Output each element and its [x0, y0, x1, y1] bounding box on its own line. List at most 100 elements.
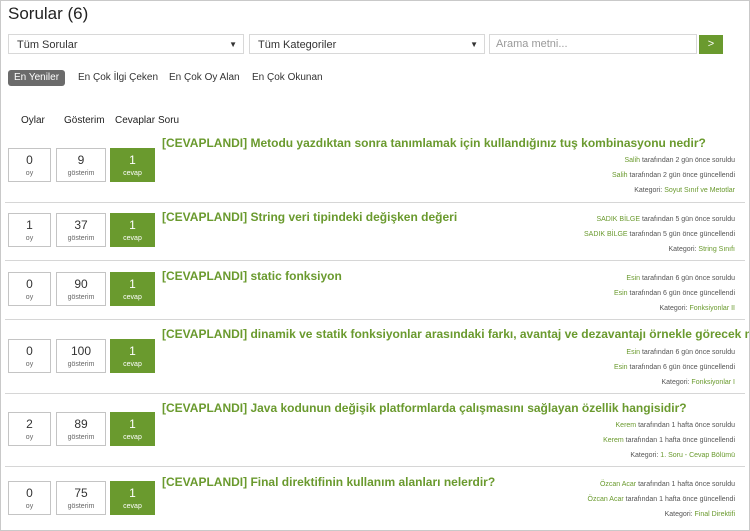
answers-box[interactable]: 1 cevap [110, 272, 155, 306]
questions-panel: Sorular (6) Tüm Sorular ▼ Tüm Kategorile… [0, 0, 750, 531]
row-divider [5, 319, 745, 320]
category-line: Kategori: Final Direktifi [588, 507, 735, 522]
updated-text: tarafından 2 gün önce güncellendi [627, 172, 735, 179]
category-label: Kategori: [668, 246, 699, 253]
votes-count: 0 [26, 344, 33, 358]
tab-most-votes[interactable]: En Çok Oy Alan [169, 70, 240, 86]
views-count: 75 [74, 486, 88, 500]
answers-count: 1 [129, 417, 136, 431]
updated-line: Kerem tarafından 1 hafta önce güncellend… [603, 433, 735, 448]
votes-box: 0 oy [8, 272, 51, 306]
search-go-button[interactable]: > [699, 35, 723, 54]
votes-label: oy [25, 294, 34, 301]
asker-link[interactable]: Esin [626, 349, 640, 356]
answers-label: cevap [123, 235, 142, 242]
category-label: Kategori: [634, 187, 665, 194]
answers-box[interactable]: 1 cevap [110, 481, 155, 515]
updater-link[interactable]: Kerem [603, 437, 624, 444]
category-line: Kategori: Fonksiyonlar II [614, 301, 736, 316]
question-title-link[interactable]: [CEVAPLANDI] dinamik ve statik fonksiyon… [162, 327, 749, 341]
tab-newest[interactable]: En Yeniler [8, 70, 66, 86]
votes-box: 0 oy [8, 339, 51, 373]
dropdown-arrow-icon: ▼ [229, 40, 237, 49]
category-label: Kategori: [630, 452, 661, 459]
asker-link[interactable]: SADIK BİLGE [596, 216, 640, 223]
question-meta: SADIK BİLGE tarafından 5 gün önce soruld… [584, 212, 735, 257]
header-views: Gösterim [64, 115, 105, 126]
answers-box[interactable]: 1 cevap [110, 412, 155, 446]
updated-text: tarafından 6 gün önce güncellendi [627, 290, 735, 297]
updated-text: tarafından 1 hafta önce güncellendi [623, 496, 735, 503]
header-votes: Oylar [21, 115, 45, 126]
header-answers: Cevaplar [115, 115, 156, 126]
category-line: Kategori: String Sınıfı [584, 242, 735, 257]
asker-link[interactable]: Salih [624, 157, 640, 164]
answers-count: 1 [129, 277, 136, 291]
views-box: 9 gösterim [56, 148, 106, 182]
views-count: 100 [70, 344, 92, 358]
asker-link[interactable]: Esin [626, 275, 640, 282]
header-question: Soru [158, 115, 180, 126]
answers-label: cevap [123, 361, 142, 368]
votes-label: oy [25, 170, 34, 177]
row-divider [5, 260, 745, 261]
question-title-link[interactable]: [CEVAPLANDI] Metodu yazdıktan sonra tanı… [162, 136, 706, 150]
category-link[interactable]: Fonksiyonlar II [689, 305, 735, 312]
votes-label: oy [25, 503, 34, 510]
votes-label: oy [25, 434, 34, 441]
views-label: gösterim [67, 361, 95, 368]
views-count: 90 [74, 277, 88, 291]
updated-line: Özcan Acar tarafından 1 hafta önce günce… [588, 492, 736, 507]
views-box: 75 gösterim [56, 481, 106, 515]
updater-link[interactable]: Esin [614, 290, 628, 297]
answers-box[interactable]: 1 cevap [110, 339, 155, 373]
asked-text: tarafından 1 hafta önce soruldu [636, 422, 735, 429]
tab-most-read[interactable]: En Çok Okunan [252, 70, 323, 86]
question-meta: Salih tarafından 2 gün önce soruldu Sali… [612, 153, 735, 198]
updated-line: SADIK BİLGE tarafından 5 gün önce güncel… [584, 227, 735, 242]
page-title: Sorular (6) [8, 4, 89, 23]
categories-select[interactable]: Tüm Kategoriler ▼ [249, 34, 485, 54]
votes-count: 1 [26, 218, 33, 232]
category-link[interactable]: String Sınıfı [698, 246, 735, 253]
asked-text: tarafından 6 gün önce soruldu [640, 275, 735, 282]
row-divider [5, 202, 745, 203]
updated-text: tarafından 5 gün önce güncellendi [627, 231, 735, 238]
category-link[interactable]: Final Direktifi [695, 511, 735, 518]
answers-box[interactable]: 1 cevap [110, 148, 155, 182]
asker-link[interactable]: Özcan Acar [600, 481, 636, 488]
updater-link[interactable]: SADIK BİLGE [584, 231, 628, 238]
question-title-link[interactable]: [CEVAPLANDI] Java kodunun değişik platfo… [162, 401, 687, 415]
updated-line: Salih tarafından 2 gün önce güncellendi [612, 168, 735, 183]
answers-count: 1 [129, 218, 136, 232]
question-meta: Kerem tarafından 1 hafta önce soruldu Ke… [603, 418, 735, 463]
question-title-link[interactable]: [CEVAPLANDI] static fonksiyon [162, 269, 342, 283]
row-divider [5, 466, 745, 467]
answers-count: 1 [129, 486, 136, 500]
votes-box: 1 oy [8, 213, 51, 247]
question-meta: Esin tarafından 6 gün önce soruldu Esin … [614, 271, 735, 316]
votes-count: 2 [26, 417, 33, 431]
updater-link[interactable]: Salih [612, 172, 628, 179]
category-link[interactable]: Soyut Sınıf ve Metotlar [664, 187, 735, 194]
views-box: 37 gösterim [56, 213, 106, 247]
question-title-link[interactable]: [CEVAPLANDI] String veri tipindeki değiş… [162, 210, 457, 224]
asked-text: tarafından 1 hafta önce soruldu [636, 481, 735, 488]
updated-text: tarafından 1 hafta önce güncellendi [623, 437, 735, 444]
updater-link[interactable]: Esin [614, 364, 628, 371]
question-title-link[interactable]: [CEVAPLANDI] Final direktifinin kullanım… [162, 475, 495, 489]
answers-label: cevap [123, 503, 142, 510]
views-label: gösterim [67, 235, 95, 242]
questions-select[interactable]: Tüm Sorular ▼ [8, 34, 244, 54]
tab-most-interest[interactable]: En Çok İlgi Çeken [78, 70, 158, 86]
search-input[interactable]: Arama metni... [489, 34, 697, 54]
asker-link[interactable]: Kerem [616, 422, 637, 429]
answers-box[interactable]: 1 cevap [110, 213, 155, 247]
answers-label: cevap [123, 294, 142, 301]
votes-label: oy [25, 361, 34, 368]
updater-link[interactable]: Özcan Acar [588, 496, 624, 503]
views-label: gösterim [67, 294, 95, 301]
category-link[interactable]: Fonksiyonlar I [691, 379, 735, 386]
category-line: Kategori: 1. Soru - Cevap Bölümü [603, 448, 735, 463]
category-link[interactable]: 1. Soru - Cevap Bölümü [660, 452, 735, 459]
